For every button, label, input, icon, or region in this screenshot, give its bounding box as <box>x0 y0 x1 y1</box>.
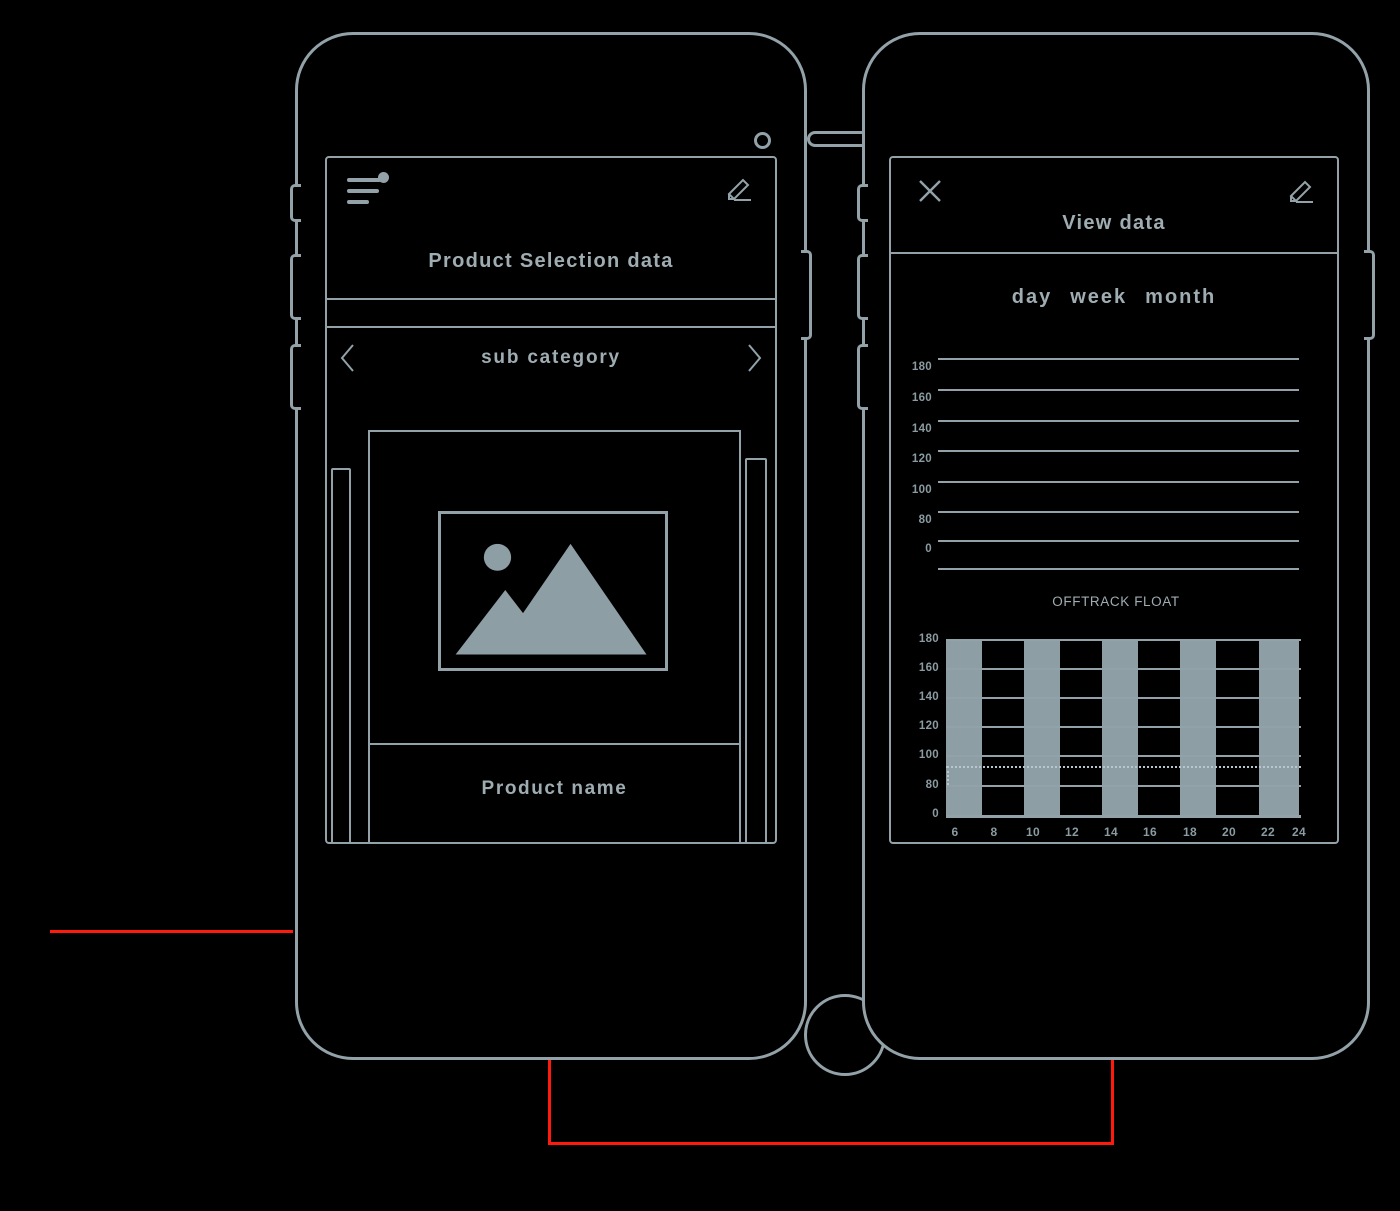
y-axis-tick: 0 <box>932 808 939 820</box>
phone-one: Product Selection data sub category Prod… <box>290 32 907 1076</box>
bar-6[interactable] <box>946 640 982 816</box>
y-axis-tick: 120 <box>918 720 939 732</box>
x-axis-tick: 24 <box>1292 825 1306 839</box>
image-placeholder-icon <box>438 511 668 671</box>
gridline <box>946 755 1301 757</box>
x-axis-line <box>946 815 1301 818</box>
page-title: Product Selection data <box>428 250 674 272</box>
page-title: View data <box>1062 212 1166 234</box>
mute-switch-button[interactable] <box>857 184 868 222</box>
subcategory-label: sub category <box>481 347 621 368</box>
y-axis-tick: 140 <box>918 691 939 703</box>
x-axis-tick: 8 <box>990 825 998 839</box>
product-name-bar: Product name <box>370 743 739 844</box>
x-axis-tick: 10 <box>1026 825 1040 839</box>
volume-down-button[interactable] <box>290 344 301 410</box>
gridline <box>938 450 1299 452</box>
card-dot[interactable] <box>566 843 582 844</box>
tab-week[interactable]: week <box>1070 286 1127 309</box>
x-axis-tick: 14 <box>1104 825 1118 839</box>
tab-day[interactable]: day <box>1012 286 1052 309</box>
gridline <box>938 511 1299 513</box>
x-axis-tick: 12 <box>1065 825 1079 839</box>
y-axis-tick: 180 <box>918 633 939 645</box>
wireframe-canvas: Product Selection data sub category Prod… <box>0 0 1400 1211</box>
chart-caption: OFFTRACK FLOAT <box>1052 594 1180 609</box>
gridline <box>938 420 1299 422</box>
phone-two-screen: View data day week month 180 160 140 120… <box>889 156 1339 844</box>
front-camera-icon <box>754 132 771 149</box>
gridline <box>938 389 1299 391</box>
x-axis-tick: 6 <box>951 825 959 839</box>
x-axis-tick: 18 <box>1183 825 1197 839</box>
x-axis-tick: 22 <box>1261 825 1275 839</box>
subcategory-selector: sub category <box>327 328 775 388</box>
y-axis-tick: 100 <box>911 484 932 496</box>
hamburger-menu-icon[interactable] <box>347 172 389 206</box>
connector-left <box>50 930 293 933</box>
phone-one-screen: Product Selection data sub category Prod… <box>325 156 777 844</box>
power-button[interactable] <box>1364 250 1375 340</box>
gridline <box>946 726 1301 728</box>
carousel-peek-left[interactable] <box>331 468 351 842</box>
gridline <box>946 639 1301 641</box>
bar-24[interactable] <box>1259 640 1299 816</box>
y-axis-tick: 160 <box>911 392 932 404</box>
phone-two-appbar: View data <box>891 158 1337 254</box>
range-tabs: day week month <box>891 286 1337 309</box>
product-name-label: Product name <box>481 778 628 799</box>
bar-18[interactable] <box>1180 640 1216 816</box>
connector-bottom-span <box>548 1142 1114 1145</box>
gridline <box>938 358 1299 360</box>
y-axis-tick: 80 <box>925 779 939 791</box>
gridline <box>938 481 1299 483</box>
y-axis-tick: 0 <box>925 543 932 555</box>
y-axis-tick: 160 <box>918 662 939 674</box>
tab-month[interactable]: month <box>1145 286 1216 309</box>
bar-14[interactable] <box>1102 640 1138 816</box>
connector-bottom-left-riser <box>548 1060 551 1145</box>
threshold-line <box>946 766 1301 768</box>
gridline <box>938 540 1299 542</box>
carousel-peek-right[interactable] <box>745 458 767 842</box>
volume-up-button[interactable] <box>857 254 868 320</box>
phone-one-appbar: Product Selection data <box>327 158 775 300</box>
x-axis-tick: 16 <box>1143 825 1157 839</box>
x-axis-tick: 20 <box>1222 825 1236 839</box>
phone-two: View data day week month 180 160 140 120… <box>857 32 1375 1060</box>
product-card[interactable]: Product name <box>368 430 741 844</box>
subcategory-prev-button[interactable] <box>327 337 369 379</box>
threshold-marker <box>947 766 949 785</box>
varince-to-program-chart: 180 160 140 120 100 80 0 6 8 10 12 14 16… <box>891 633 1337 842</box>
pencil-edit-icon[interactable] <box>721 172 755 206</box>
card-dot[interactable] <box>516 843 532 844</box>
gridline <box>946 697 1301 699</box>
connector-bottom-right-riser <box>1111 1060 1114 1145</box>
gridline <box>946 668 1301 670</box>
gridline <box>938 568 1299 570</box>
y-axis-tick: 180 <box>911 361 932 373</box>
close-x-icon[interactable] <box>913 174 947 208</box>
y-axis-tick: 80 <box>918 514 932 526</box>
pencil-edit-icon[interactable] <box>1283 174 1317 208</box>
bar-10[interactable] <box>1024 640 1060 816</box>
subcategory-next-button[interactable] <box>733 337 775 379</box>
y-axis-tick: 140 <box>911 423 932 435</box>
subcategory-divider <box>327 326 775 328</box>
gridline <box>946 785 1301 787</box>
y-axis-tick: 120 <box>911 453 932 465</box>
offtrack-float-chart: 180 160 140 120 100 80 0 OFFTRACK FLOAT <box>891 336 1337 609</box>
volume-up-button[interactable] <box>290 254 301 320</box>
mute-switch-button[interactable] <box>290 184 301 222</box>
y-axis-tick: 100 <box>918 749 939 761</box>
volume-down-button[interactable] <box>857 344 868 410</box>
power-button[interactable] <box>801 250 812 340</box>
